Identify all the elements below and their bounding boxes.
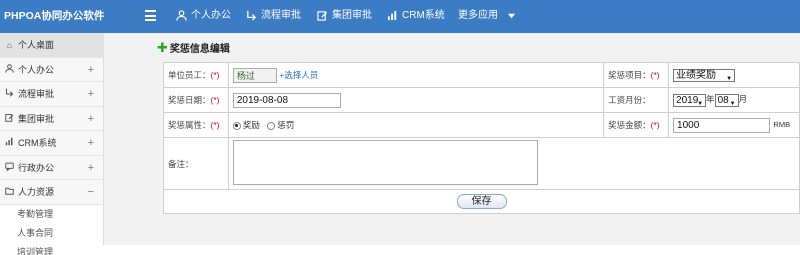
amount-cell: 1000 RMB <box>668 112 800 138</box>
radio-penalty[interactable] <box>267 121 276 130</box>
user-icon <box>176 10 187 21</box>
form-row: 奖惩日期：(*) 2019-08-08 工资月份： 2019 ▼ 年 08 ▼ 月 <box>163 87 800 113</box>
caret-down-icon <box>507 13 515 19</box>
app-title: PHPOA协同办公软件 <box>4 10 105 22</box>
month-unit: 月 <box>738 94 748 105</box>
form-row: 单位员工：(*) 杨过 +选择人员 奖惩项目：(*) 业绩奖励 ▼ <box>163 62 800 88</box>
employee-field[interactable]: 杨过 <box>232 67 277 83</box>
amount-unit: RMB <box>773 120 791 130</box>
sidebar: ⌂ 个人桌面 个人办公 + 流程审批 + 集团审批 + CRM系统 + 行政办公 … <box>0 33 104 255</box>
topnav-label: CRM系统 <box>402 10 445 21</box>
form-row: 保存 <box>163 189 800 214</box>
sidebar-item-label: 行政办公 <box>18 162 55 173</box>
amount-label: 奖惩金额：(*) <box>603 112 670 138</box>
remark-cell <box>227 137 800 190</box>
radio-penalty-label: 惩罚 <box>277 120 295 130</box>
property-cell: 奖励 惩罚 <box>227 112 605 138</box>
topnav-personal-office[interactable]: 个人办公 <box>176 0 231 33</box>
home-icon: ⌂ <box>6 40 13 50</box>
topnav-label: 个人办公 <box>191 10 231 21</box>
page-title: ✚ 奖惩信息编辑 <box>157 40 230 55</box>
sidebar-item-label: 个人桌面 <box>18 40 55 50</box>
save-cell: 保存 <box>163 189 800 214</box>
add-icon: ✚ <box>157 40 168 55</box>
sidebar-subitem-training[interactable]: 培训管理 <box>0 242 103 255</box>
dropdown-arrow-icon: ▼ <box>729 100 736 107</box>
user-icon <box>5 58 14 82</box>
topnav-group-approval[interactable]: 集团审批 <box>317 0 372 33</box>
menu-toggle-icon[interactable] <box>145 10 156 21</box>
item-select[interactable]: 业绩奖励 ▼ <box>673 68 736 82</box>
date-label: 奖惩日期：(*) <box>163 87 229 113</box>
sidebar-item-label: 集团审批 <box>18 113 55 124</box>
month-select[interactable]: 08 ▼ <box>714 93 739 107</box>
amount-field[interactable]: 1000 <box>673 117 771 133</box>
employee-label: 单位员工：(*) <box>163 62 229 88</box>
edit-icon <box>317 11 328 21</box>
expand-icon[interactable]: + <box>88 131 94 155</box>
save-button[interactable]: 保存 <box>456 194 507 209</box>
sidebar-subitem-attendance[interactable]: 考勤管理 <box>0 204 103 224</box>
date-field[interactable]: 2019-08-08 <box>232 92 341 108</box>
form-row: 备注： <box>163 137 800 190</box>
flow-icon <box>5 82 14 106</box>
topnav-label: 集团审批 <box>332 10 372 21</box>
expand-icon[interactable]: + <box>88 107 94 131</box>
main-content: ✚ 奖惩信息编辑 单位员工：(*) 杨过 +选择人员 奖惩项目：(*) 业绩奖励 ▼… <box>104 33 800 245</box>
bar-chart-icon <box>387 10 397 20</box>
top-bar: PHPOA协同办公软件 个人办公 流程审批 集团审批 CRM系统 更多应用 <box>0 0 800 33</box>
item-label: 奖惩项目：(*) <box>603 62 670 88</box>
salary-month-label: 工资月份： <box>603 87 670 113</box>
topnav-crm[interactable]: CRM系统 <box>387 0 445 33</box>
year-select[interactable]: 2019 ▼ <box>673 93 707 107</box>
expand-icon[interactable]: + <box>88 156 94 180</box>
topnav-more-apps[interactable]: 更多应用 <box>458 0 516 33</box>
sidebar-item-label: 个人办公 <box>18 64 55 75</box>
dropdown-arrow-icon: ▼ <box>697 100 704 107</box>
remark-label: 备注： <box>163 137 229 190</box>
topnav-label: 更多应用 <box>458 10 498 21</box>
flow-icon <box>247 10 257 21</box>
date-cell: 2019-08-08 <box>227 87 605 113</box>
sidebar-item-personal-desktop[interactable]: ⌂ 个人桌面 <box>0 33 103 58</box>
sidebar-item-label: CRM系统 <box>18 138 57 148</box>
topnav-workflow[interactable]: 流程审批 <box>246 0 301 33</box>
remark-textarea[interactable] <box>232 140 538 185</box>
employee-cell: 杨过 +选择人员 <box>227 62 605 88</box>
sidebar-item-crm[interactable]: CRM系统 + <box>0 131 103 156</box>
select-person-link[interactable]: +选择人员 <box>279 69 318 79</box>
radio-reward-label: 奖励 <box>242 120 260 130</box>
sidebar-item-workflow[interactable]: 流程审批 + <box>0 82 103 107</box>
folder-icon <box>5 180 14 204</box>
expand-icon[interactable]: + <box>88 82 94 106</box>
expand-icon[interactable]: + <box>88 58 94 82</box>
dropdown-arrow-icon: ▼ <box>726 75 733 82</box>
property-label: 奖惩属性：(*) <box>163 112 229 138</box>
item-cell: 业绩奖励 ▼ <box>668 62 800 88</box>
edit-icon <box>5 107 14 131</box>
sidebar-item-label: 人力资源 <box>18 187 55 197</box>
bar-chart-icon <box>5 131 14 155</box>
sidebar-item-group-approval[interactable]: 集团审批 + <box>0 107 103 131</box>
radio-reward[interactable] <box>232 121 241 130</box>
sidebar-item-label: 流程审批 <box>18 89 55 99</box>
sidebar-item-admin-office[interactable]: 行政办公 + <box>0 156 103 180</box>
sidebar-subitem-contract[interactable]: 人事合同 <box>0 223 103 243</box>
sidebar-item-personal-office[interactable]: 个人办公 + <box>0 58 103 82</box>
reward-form: 单位员工：(*) 杨过 +选择人员 奖惩项目：(*) 业绩奖励 ▼ 奖惩日期：(*… <box>163 62 800 214</box>
collapse-icon[interactable]: − <box>88 180 94 204</box>
topnav-label: 流程审批 <box>261 10 301 21</box>
year-unit: 年 <box>706 94 715 105</box>
form-row: 奖惩属性：(*) 奖励 惩罚 奖惩金额：(*) 1000 RMB <box>163 112 800 138</box>
salary-month-cell: 2019 ▼ 年 08 ▼ 月 <box>668 87 800 113</box>
sidebar-item-hr[interactable]: 人力资源 − <box>0 180 103 205</box>
chat-icon <box>5 156 14 180</box>
